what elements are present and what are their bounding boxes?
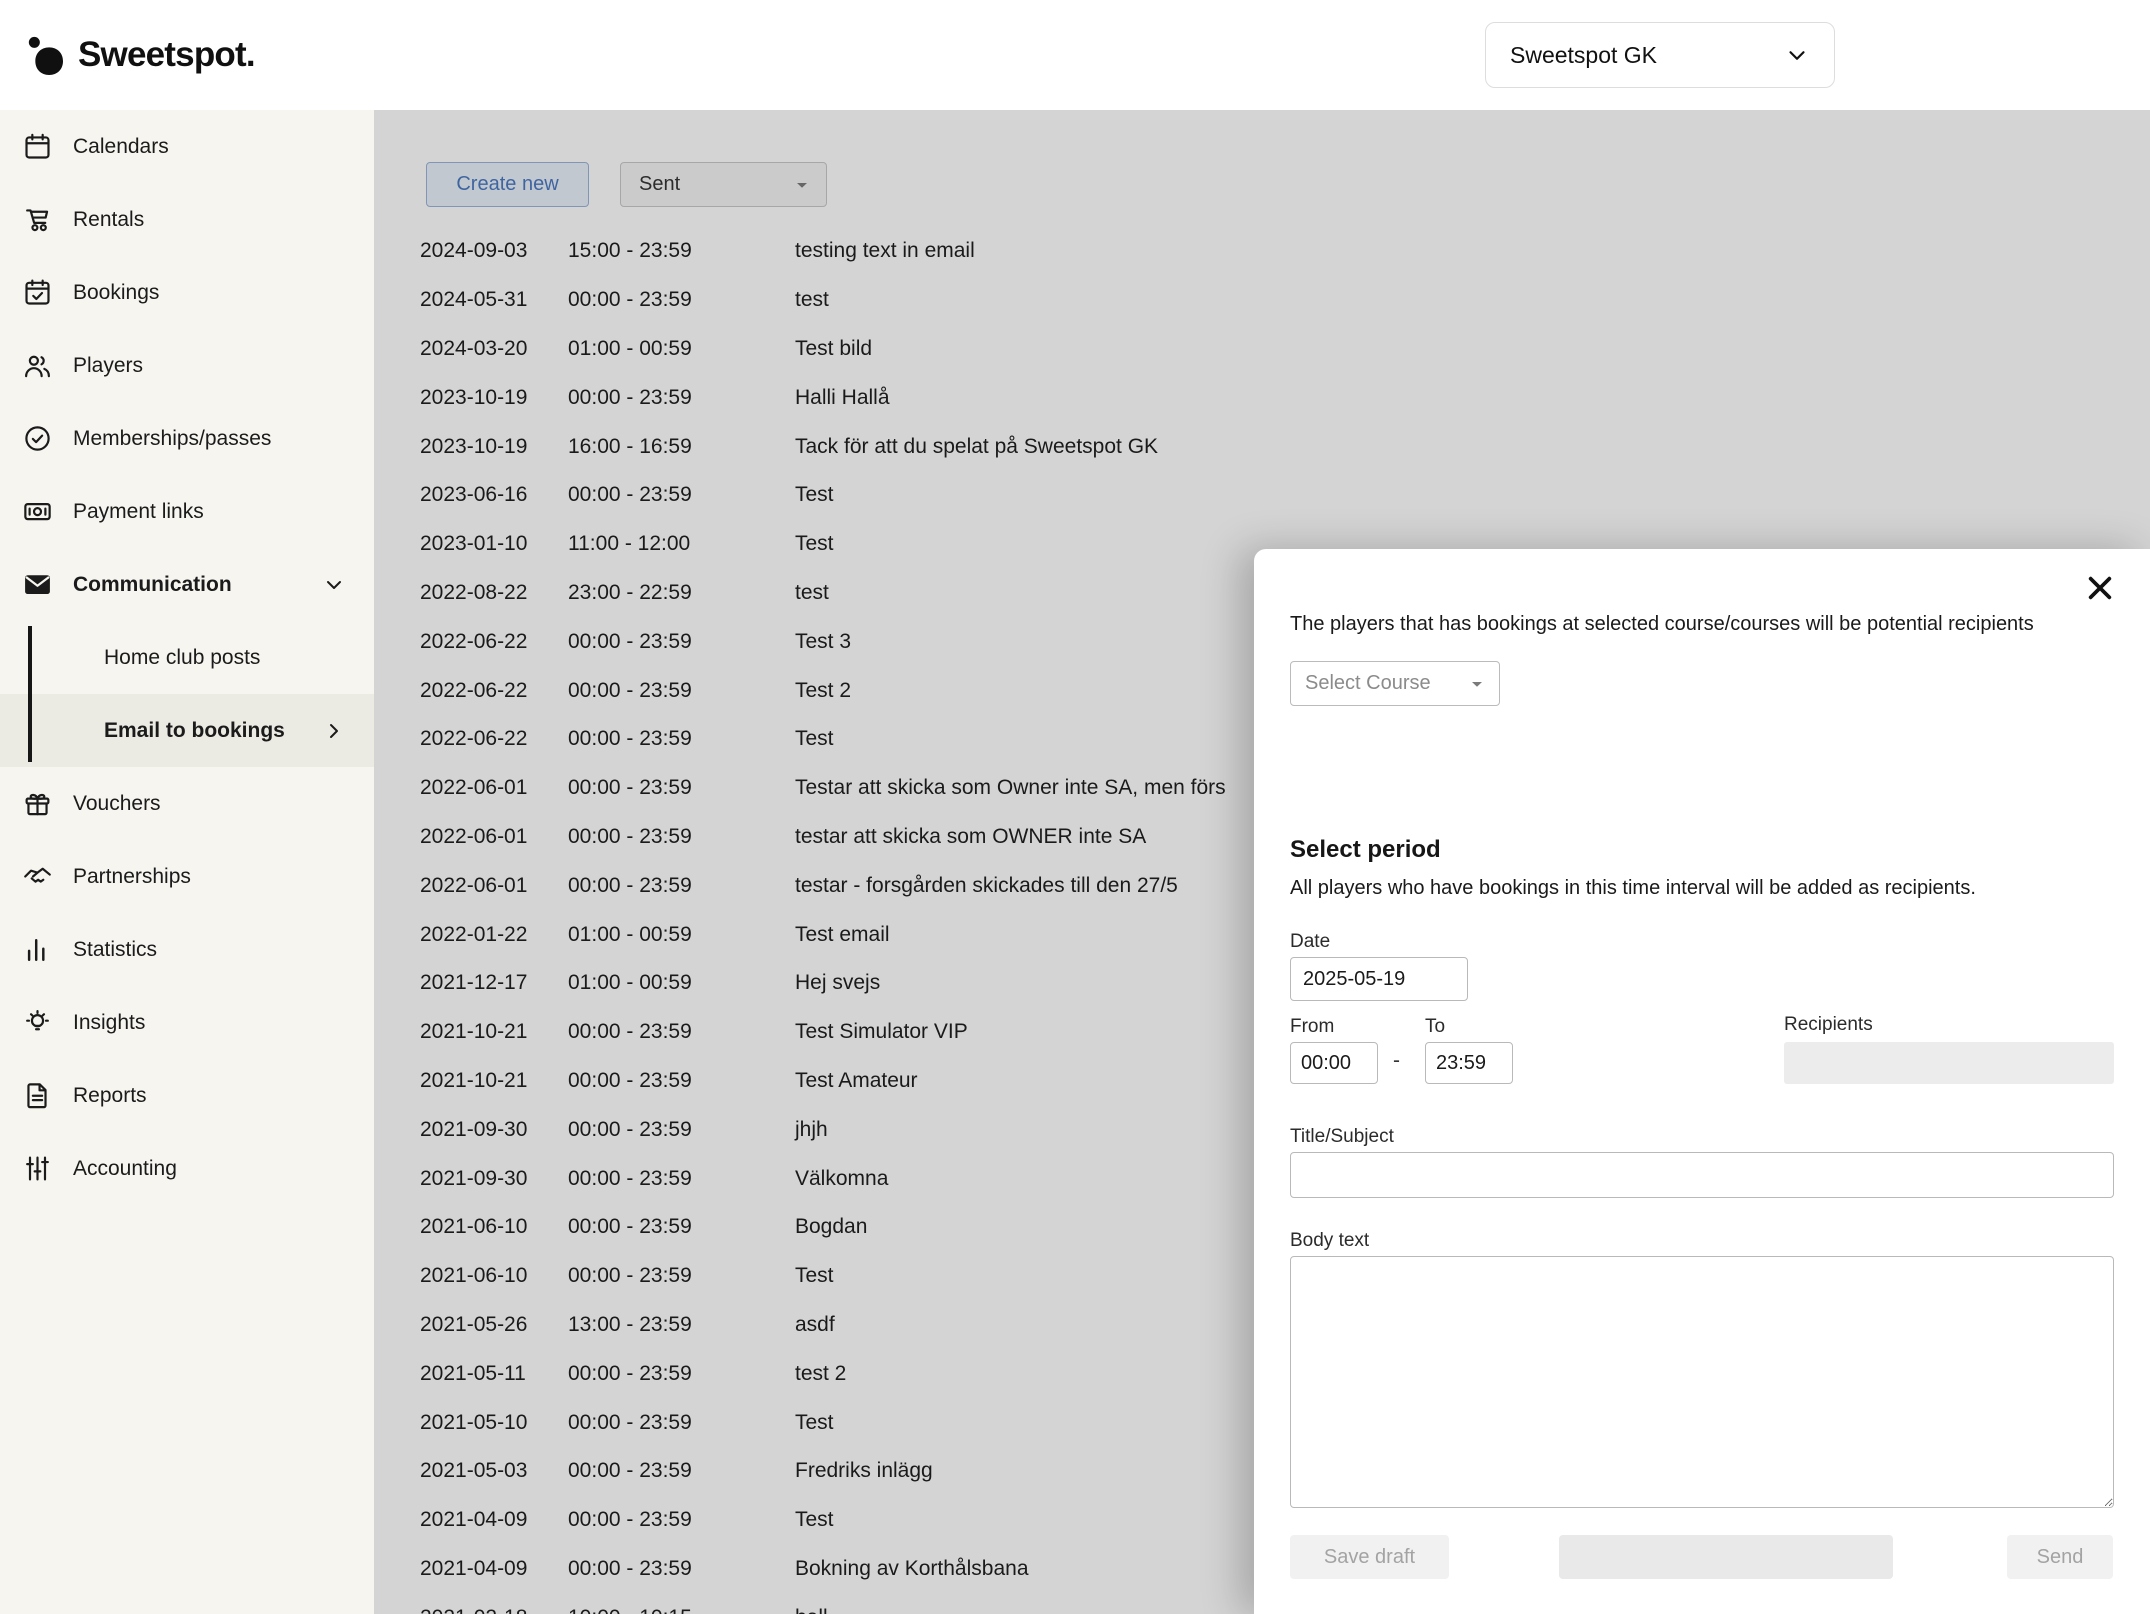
date-label: Date (1290, 931, 1330, 953)
secondary-action-button[interactable] (1559, 1535, 1893, 1579)
sidebar-item-label: Statistics (73, 938, 157, 962)
sidebar-item-label: Partnerships (73, 865, 191, 889)
accounting-icon (22, 1153, 53, 1184)
course-select[interactable]: Select Course (1290, 661, 1500, 706)
sidebar-item-insights[interactable]: Insights (0, 986, 374, 1059)
save-draft-button[interactable]: Save draft (1290, 1535, 1449, 1579)
topbar: Sweetspot. Sweetspot GK (0, 0, 2150, 110)
sweetspot-logo-icon (26, 35, 66, 75)
chevron-down-icon (1465, 672, 1489, 696)
sidebar-item-communication[interactable]: Communication (0, 548, 374, 621)
title-subject-input[interactable] (1290, 1152, 2114, 1198)
select-period-subtext: All players who have bookings in this ti… (1290, 877, 1976, 900)
sidebar-subgroup: Home club posts Email to bookings (0, 621, 374, 767)
send-button[interactable]: Send (2007, 1535, 2113, 1579)
sidebar-item-label: Reports (73, 1084, 147, 1108)
body-text-label: Body text (1290, 1230, 1369, 1252)
sidebar-item-label: Rentals (73, 208, 144, 232)
sidebar-item-partnerships[interactable]: Partnerships (0, 840, 374, 913)
sidebar-item-label: Insights (73, 1011, 145, 1035)
players-icon (22, 350, 53, 381)
sidebar-item-label: Email to bookings (104, 719, 285, 743)
sidebar-item-email-to-bookings[interactable]: Email to bookings (0, 694, 374, 767)
payment-links-icon (22, 496, 53, 527)
sidebar-item-label: Communication (73, 573, 232, 597)
sidebar-item-payment-links[interactable]: Payment links (0, 475, 374, 548)
from-label: From (1290, 1016, 1334, 1038)
chevron-right-icon (322, 719, 346, 743)
partnerships-icon (22, 861, 53, 892)
email-compose-modal: The players that has bookings at selecte… (1254, 549, 2150, 1614)
sidebar: Calendars Rentals Bookings Players Membershi… (0, 110, 374, 1614)
recipients-label: Recipients (1784, 1014, 1873, 1036)
sidebar-item-accounting[interactable]: Accounting (0, 1132, 374, 1205)
to-time-input[interactable] (1425, 1042, 1513, 1084)
chevron-down-icon (1784, 42, 1810, 68)
title-subject-label: Title/Subject (1290, 1126, 1394, 1148)
time-range-separator: - (1393, 1049, 1400, 1073)
close-button[interactable] (2080, 569, 2120, 609)
reports-icon (22, 1080, 53, 1111)
envelope-icon (22, 569, 53, 600)
body-text-textarea[interactable] (1290, 1256, 2114, 1508)
chevron-down-icon (322, 573, 346, 597)
insights-icon (22, 1007, 53, 1038)
sidebar-item-players[interactable]: Players (0, 329, 374, 402)
sweetspot-logo-text: Sweetspot. (78, 35, 255, 75)
sidebar-item-label: Accounting (73, 1157, 177, 1181)
sidebar-item-vouchers[interactable]: Vouchers (0, 767, 374, 840)
vouchers-icon (22, 788, 53, 819)
sidebar-item-label: Payment links (73, 500, 204, 524)
close-icon (2084, 572, 2116, 607)
sidebar-item-home-club-posts[interactable]: Home club posts (0, 621, 374, 694)
sidebar-item-memberships-passes[interactable]: Memberships/passes (0, 402, 374, 475)
sidebar-item-label: Calendars (73, 135, 169, 159)
bookings-icon (22, 277, 53, 308)
statistics-icon (22, 934, 53, 965)
calendar-icon (22, 131, 53, 162)
sidebar-item-reports[interactable]: Reports (0, 1059, 374, 1132)
memberships-icon (22, 423, 53, 454)
to-label: To (1425, 1016, 1445, 1038)
sidebar-item-label: Memberships/passes (73, 427, 271, 451)
recipients-field[interactable] (1784, 1042, 2114, 1084)
sidebar-item-calendars[interactable]: Calendars (0, 110, 374, 183)
club-selector[interactable]: Sweetspot GK (1485, 22, 1835, 88)
sidebar-item-label: Bookings (73, 281, 159, 305)
sidebar-item-statistics[interactable]: Statistics (0, 913, 374, 986)
sidebar-item-label: Players (73, 354, 143, 378)
club-selector-value: Sweetspot GK (1510, 42, 1657, 69)
from-time-input[interactable] (1290, 1042, 1378, 1084)
sidebar-item-rentals[interactable]: Rentals (0, 183, 374, 256)
sidebar-item-bookings[interactable]: Bookings (0, 256, 374, 329)
course-select-placeholder: Select Course (1305, 672, 1431, 695)
sweetspot-logo: Sweetspot. (26, 0, 255, 110)
sidebar-nav: Calendars Rentals Bookings Players Membershi… (0, 110, 374, 1205)
select-period-heading: Select period (1290, 836, 1441, 864)
sidebar-item-label: Home club posts (104, 646, 260, 670)
recipients-info-text: The players that has bookings at selecte… (1290, 613, 2114, 636)
sidebar-item-label: Vouchers (73, 792, 161, 816)
rentals-icon (22, 204, 53, 235)
date-input[interactable] (1290, 957, 1468, 1001)
